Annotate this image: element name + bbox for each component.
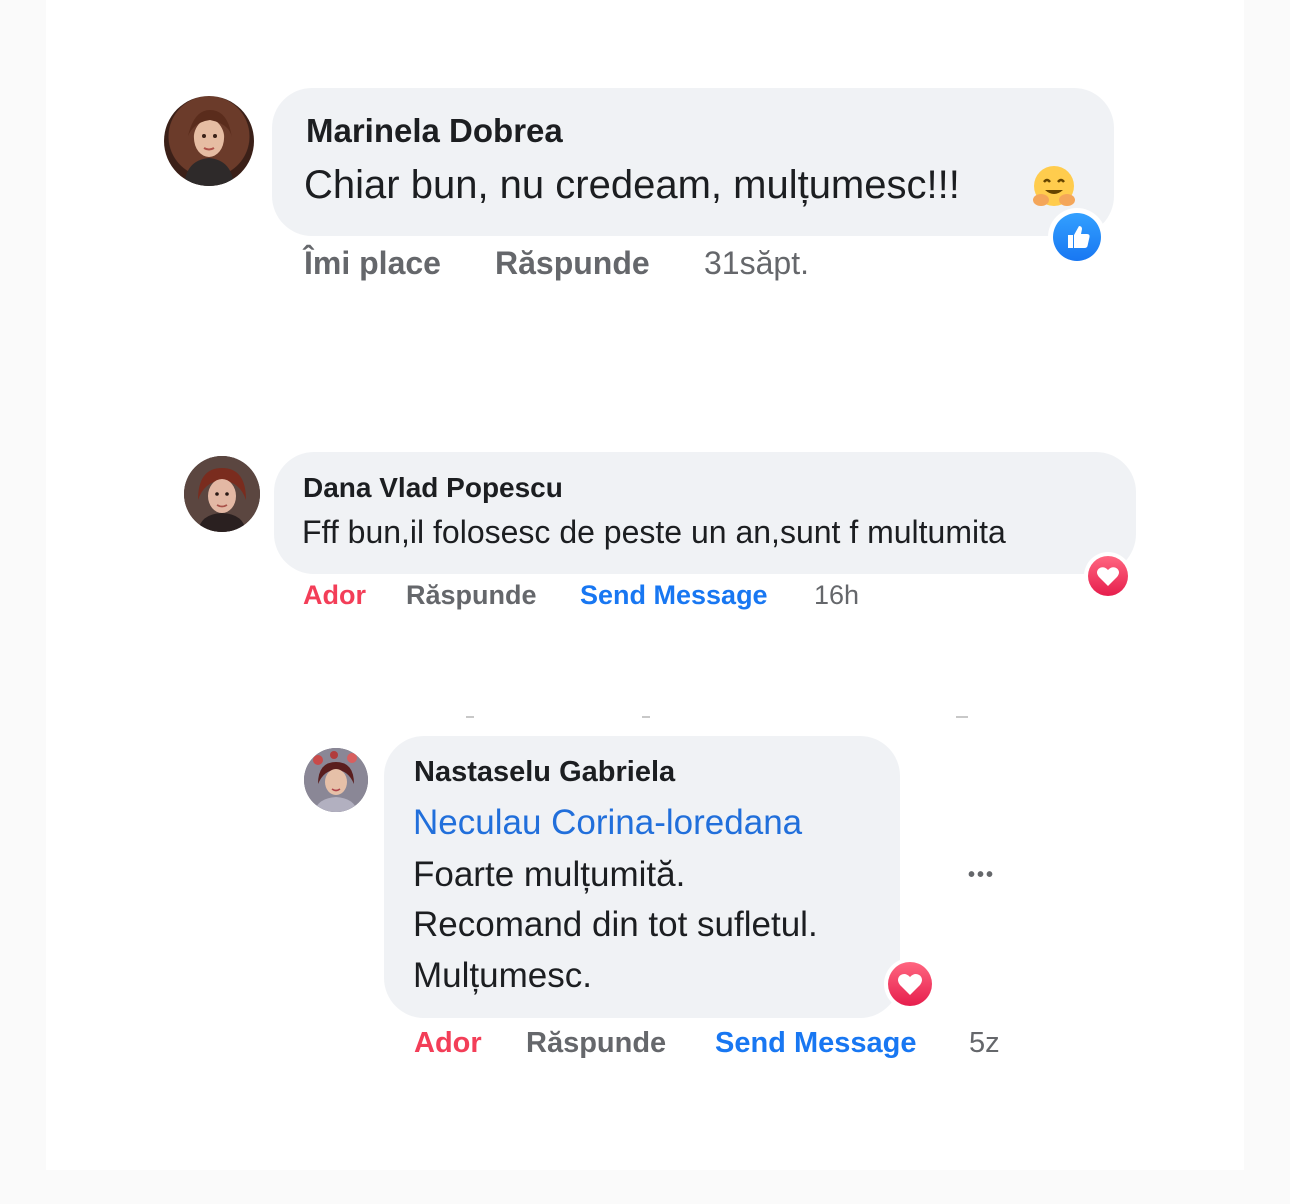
like-icon <box>1053 213 1101 261</box>
reply-action[interactable]: Răspunde <box>406 580 537 611</box>
heart-icon <box>1088 556 1128 596</box>
avatar[interactable] <box>184 456 260 532</box>
love-action[interactable]: Ador <box>303 580 366 611</box>
send-message-action[interactable]: Send Message <box>715 1027 916 1060</box>
comment-text: Fff bun,il folosesc de peste un an,sunt … <box>302 514 1006 550</box>
more-options-icon[interactable]: ••• <box>968 864 995 887</box>
avatar-portrait-icon <box>184 110 234 186</box>
comment-time[interactable]: 31săpt. <box>704 245 809 282</box>
love-action[interactable]: Ador <box>414 1027 482 1060</box>
divider <box>466 716 474 718</box>
comment-author[interactable]: Marinela Dobrea <box>306 112 563 150</box>
avatar[interactable] <box>164 96 254 186</box>
comment-text: Chiar bun, nu credeam, mulțumesc!!! <box>304 163 960 207</box>
comment-bubble <box>274 452 1136 574</box>
comment-time[interactable]: 5z <box>969 1027 1000 1060</box>
comment-line-1: Foarte mulțumită. <box>413 855 686 894</box>
send-message-action[interactable]: Send Message <box>580 580 768 611</box>
heart-icon <box>888 962 932 1006</box>
comment-time[interactable]: 16h <box>814 580 859 611</box>
hugging-face-emoji <box>1030 164 1078 212</box>
avatar-portrait-icon <box>184 456 260 532</box>
love-reaction-badge[interactable] <box>884 958 936 1010</box>
comment-author[interactable]: Dana Vlad Popescu <box>303 472 563 504</box>
comment-line-2: Recomand din tot sufletul. <box>413 905 818 944</box>
mention-link[interactable]: Neculau Corina-loredana <box>413 803 802 843</box>
divider <box>956 716 968 718</box>
reply-action[interactable]: Răspunde <box>495 245 650 282</box>
comment-bubble <box>272 88 1114 236</box>
divider <box>642 716 650 718</box>
reply-action[interactable]: Răspunde <box>526 1027 666 1060</box>
comment-author[interactable]: Nastaselu Gabriela <box>414 756 675 789</box>
avatar[interactable] <box>304 748 368 812</box>
like-action[interactable]: Îmi place <box>304 245 441 282</box>
comments-panel: Marinela Dobrea Chiar bun, nu credeam, m… <box>46 0 1244 1170</box>
love-reaction-badge[interactable] <box>1084 552 1132 600</box>
avatar-portrait-icon <box>304 748 368 812</box>
like-reaction-badge[interactable] <box>1048 208 1106 266</box>
comment-line-3: Mulțumesc. <box>413 956 592 995</box>
